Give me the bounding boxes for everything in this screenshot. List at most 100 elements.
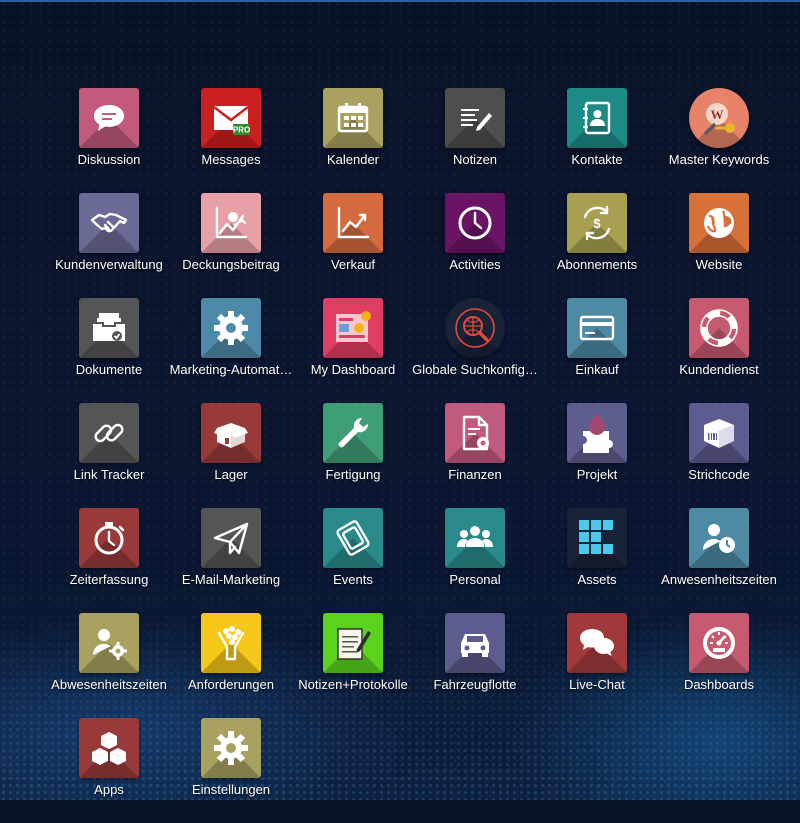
app-tile-my-dashboard[interactable]: My Dashboard xyxy=(292,298,414,403)
app-tile-link-tracker[interactable]: Link Tracker xyxy=(48,403,170,508)
app-label: Diskussion xyxy=(77,152,141,167)
app-label: Events xyxy=(333,572,373,587)
app-tile-einkauf[interactable]: Einkauf xyxy=(536,298,658,403)
app-label: Kontakte xyxy=(571,152,623,167)
app-tile-verkauf[interactable]: Verkauf xyxy=(292,193,414,298)
app-tile-assets[interactable]: Assets xyxy=(536,508,658,613)
app-label: Projekt xyxy=(576,467,618,482)
globe-icon xyxy=(689,193,749,253)
app-label: Personal xyxy=(449,572,501,587)
app-tile-globale-suchkonfig[interactable]: Globale Suchkonfig… xyxy=(412,298,538,403)
app-tile-e-mail-marketing[interactable]: E-Mail-Marketing xyxy=(170,508,292,613)
app-label: Kundenverwaltung xyxy=(55,257,163,272)
settings-gear-icon xyxy=(201,718,261,778)
app-tile-notizen-protokolle[interactable]: Notizen+Protokolle xyxy=(292,613,414,718)
document-gear-icon xyxy=(445,403,505,463)
app-tile-events[interactable]: Events xyxy=(292,508,414,613)
credit-card-icon xyxy=(567,298,627,358)
app-tile-finanzen[interactable]: Finanzen xyxy=(414,403,536,508)
app-tile-notizen[interactable]: Notizen xyxy=(414,88,536,193)
paper-plane-icon xyxy=(201,508,261,568)
chat-bubble-icon xyxy=(79,88,139,148)
app-label: Marketing-Automat… xyxy=(169,362,293,377)
app-tile-anforderungen[interactable]: Anforderungen xyxy=(170,613,292,718)
app-label: Einkauf xyxy=(575,362,619,377)
lifebuoy-icon xyxy=(689,298,749,358)
app-label: Finanzen xyxy=(448,467,502,482)
app-label: My Dashboard xyxy=(310,362,396,377)
app-label: Zeiterfassung xyxy=(69,572,149,587)
user-gear-icon xyxy=(79,613,139,673)
app-label: Fertigung xyxy=(325,467,381,482)
app-label: Lager xyxy=(214,467,248,482)
car-icon xyxy=(445,613,505,673)
app-tile-apps[interactable]: Apps xyxy=(48,718,170,823)
svg-text:PRO: PRO xyxy=(233,126,250,135)
handshake-icon xyxy=(79,193,139,253)
app-label: Verkauf xyxy=(330,257,376,272)
app-tile-website[interactable]: Website xyxy=(658,193,780,298)
app-tile-kundendienst[interactable]: Kundendienst xyxy=(658,298,780,403)
app-tile-einstellungen[interactable]: Einstellungen xyxy=(170,718,292,823)
app-label: Dashboards xyxy=(683,677,755,692)
app-tile-marketing-automat[interactable]: Marketing-Automat… xyxy=(170,298,292,403)
app-tile-diskussion[interactable]: Diskussion xyxy=(48,88,170,193)
svg-text:$: $ xyxy=(593,216,601,231)
app-tile-projekt[interactable]: Projekt xyxy=(536,403,658,508)
app-tile-abonnements[interactable]: $ Abonnements xyxy=(536,193,658,298)
app-tile-messages[interactable]: PRO Messages xyxy=(170,88,292,193)
app-label: Abwesenheitszeiten xyxy=(51,677,167,692)
link-icon xyxy=(79,403,139,463)
app-label: Apps xyxy=(94,782,124,797)
envelope-pro-icon: PRO xyxy=(201,88,261,148)
app-tile-dokumente[interactable]: Dokumente xyxy=(48,298,170,403)
app-label: Globale Suchkonfig… xyxy=(412,362,538,377)
app-tile-abwesenheitszeiten[interactable]: Abwesenheitszeiten xyxy=(48,613,170,718)
cubes-icon xyxy=(79,718,139,778)
app-tile-deckungsbeitrag[interactable]: Deckungsbeitrag xyxy=(170,193,292,298)
speedometer-icon xyxy=(689,613,749,673)
app-label: Master Keywords xyxy=(668,152,770,167)
app-tile-dashboards[interactable]: Dashboards xyxy=(658,613,780,718)
app-label: Assets xyxy=(577,572,617,587)
dashboard-screen-icon xyxy=(323,298,383,358)
app-label: Link Tracker xyxy=(73,467,145,482)
people-icon xyxy=(445,508,505,568)
app-tile-lager[interactable]: Lager xyxy=(170,403,292,508)
app-tile-live-chat[interactable]: Live-Chat xyxy=(536,613,658,718)
app-tile-fahrzeugflotte[interactable]: Fahrzeugflotte xyxy=(414,613,536,718)
app-tile-kalender[interactable]: Kalender xyxy=(292,88,414,193)
app-label: Anforderungen xyxy=(187,677,274,692)
app-label: Kalender xyxy=(326,152,380,167)
app-tile-kontakte[interactable]: Kontakte xyxy=(536,88,658,193)
clock-icon xyxy=(445,193,505,253)
app-label: Website xyxy=(695,257,743,272)
open-box-icon xyxy=(201,403,261,463)
keyword-key-icon: W xyxy=(689,88,749,148)
app-label: Deckungsbeitrag xyxy=(182,257,280,272)
app-tile-personal[interactable]: Personal xyxy=(414,508,536,613)
hand-dots-icon xyxy=(201,613,261,673)
app-tile-zeiterfassung[interactable]: Zeiterfassung xyxy=(48,508,170,613)
stopwatch-icon xyxy=(79,508,139,568)
app-tile-master-keywords[interactable]: W Master Keywords xyxy=(658,88,780,193)
app-tile-activities[interactable]: Activities xyxy=(414,193,536,298)
globe-search-icon xyxy=(445,298,505,358)
app-label: Fahrzeugflotte xyxy=(433,677,517,692)
address-book-icon xyxy=(567,88,627,148)
app-label: Abonnements xyxy=(556,257,638,272)
app-tile-kundenverwaltung[interactable]: Kundenverwaltung xyxy=(48,193,170,298)
grid-blocks-icon xyxy=(567,508,627,568)
app-tile-strichcode[interactable]: Strichcode xyxy=(658,403,780,508)
app-label: Live-Chat xyxy=(569,677,625,692)
app-label: E-Mail-Marketing xyxy=(181,572,281,587)
wrench-icon xyxy=(323,403,383,463)
recurring-dollar-icon: $ xyxy=(567,193,627,253)
app-label: Kundendienst xyxy=(679,362,759,377)
chart-person-icon xyxy=(201,193,261,253)
app-label: Einstellungen xyxy=(191,782,271,797)
app-tile-anwesenheitszeiten[interactable]: Anwesenheitszeiten xyxy=(658,508,780,613)
app-label: Anwesenheitszeiten xyxy=(661,572,777,587)
app-tile-fertigung[interactable]: Fertigung xyxy=(292,403,414,508)
inbox-tray-icon xyxy=(79,298,139,358)
